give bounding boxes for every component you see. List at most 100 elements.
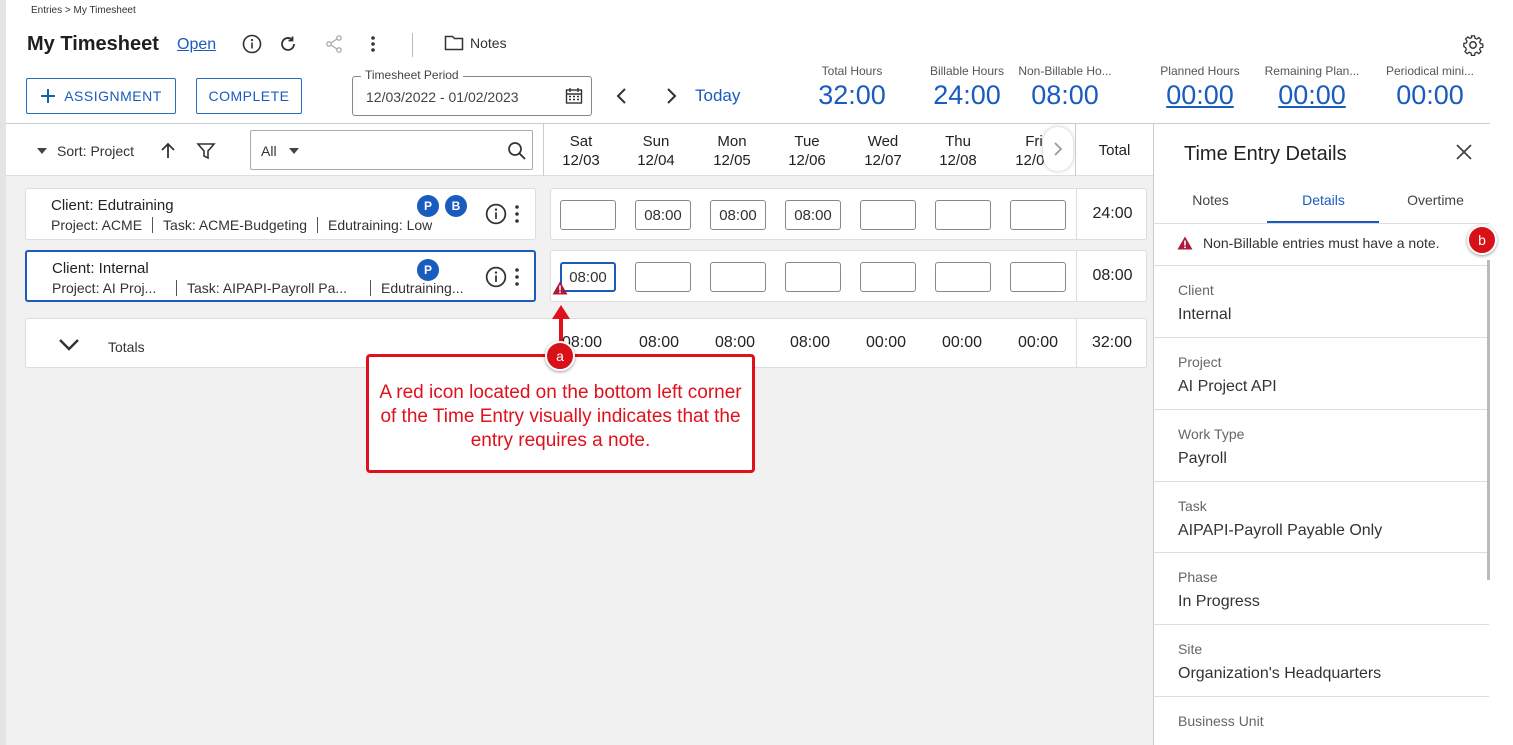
notes-icon <box>444 35 464 51</box>
stat-total-hours: Total Hours 32:00 <box>797 64 907 111</box>
chevron-right-icon <box>1054 142 1063 156</box>
hours-input[interactable] <box>860 200 916 230</box>
field-work-type: Work Type Payroll <box>1154 409 1489 481</box>
close-icon[interactable] <box>1455 143 1473 166</box>
hours-input[interactable]: 08:00 <box>635 200 691 230</box>
totals-label: Totals <box>108 339 145 355</box>
row-extra: Edutraining: Low <box>317 217 442 233</box>
hours-input[interactable]: 08:00 <box>710 200 766 230</box>
period-value: 12/03/2022 - 01/02/2023 <box>366 89 519 105</box>
tab-details[interactable]: Details <box>1267 192 1380 208</box>
field-label: Business Unit <box>1178 713 1264 729</box>
sort-ascending-arrow-icon[interactable] <box>158 141 178 161</box>
field-value: Internal <box>1178 306 1232 323</box>
day-date: 12/06 <box>788 152 826 169</box>
note-required-warning-icon[interactable] <box>552 281 568 300</box>
sort-control[interactable]: Sort: Project <box>37 141 216 161</box>
more-vert-icon[interactable] <box>362 33 384 55</box>
stat-value[interactable]: 00:00 <box>1145 80 1255 111</box>
day-header: Thu 12/08 <box>928 132 988 170</box>
hours-input[interactable] <box>935 262 991 292</box>
hours-input[interactable] <box>785 262 841 292</box>
time-entry-row-selected[interactable]: Client: Internal Project: AI Proj... Tas… <box>25 250 536 302</box>
prev-period-chevron-icon[interactable] <box>614 86 630 111</box>
day-name: Wed <box>867 133 899 150</box>
tab-notes[interactable]: Notes <box>1154 192 1267 208</box>
filter-icon[interactable] <box>196 141 216 161</box>
panel-scrollbar[interactable] <box>1487 260 1490 580</box>
more-vert-icon[interactable] <box>510 203 524 230</box>
status-link[interactable]: Open <box>177 36 216 54</box>
annotation-arrow-head <box>552 305 570 319</box>
filter-select[interactable]: All <box>250 130 533 170</box>
header-divider <box>412 33 413 57</box>
hours-input[interactable] <box>860 262 916 292</box>
sort-label: Sort: Project <box>57 143 135 159</box>
hours-input[interactable] <box>1010 262 1066 292</box>
share-icon[interactable] <box>323 33 345 55</box>
day-date: 12/04 <box>637 152 675 169</box>
row-meta: Project: ACME Task: ACME-Budgeting Edutr… <box>51 217 442 233</box>
notes-button[interactable]: Notes <box>444 34 507 52</box>
calendar-icon[interactable] <box>565 87 583 110</box>
time-entry-cells: 08:00 08:00 <box>550 250 1147 302</box>
stat-planned-hours[interactable]: Planned Hours 00:00 <box>1145 64 1255 111</box>
hours-input[interactable] <box>635 262 691 292</box>
hours-input[interactable]: 08:00 <box>785 200 841 230</box>
billable-badge: B <box>445 195 467 217</box>
hours-input[interactable] <box>560 200 616 230</box>
add-assignment-button[interactable]: ASSIGNMENT <box>26 78 176 114</box>
hours-input[interactable] <box>935 200 991 230</box>
chevron-down-icon[interactable] <box>58 337 80 358</box>
active-tab-indicator <box>1267 221 1379 223</box>
day-name: Sat <box>569 133 593 150</box>
field-value: AIPAPI-Payroll Payable Only <box>1178 522 1383 539</box>
stat-label: Periodical mini... <box>1385 64 1475 78</box>
field-label: Site <box>1178 641 1203 657</box>
stat-remaining-planned[interactable]: Remaining Plan... 00:00 <box>1257 64 1367 111</box>
warning-text: Non-Billable entries must have a note. <box>1203 235 1440 251</box>
day-total: 00:00 <box>941 334 983 351</box>
day-total: 08:00 <box>714 334 756 351</box>
info-icon[interactable] <box>485 266 507 293</box>
panel-warning: Non-Billable entries must have a note. <box>1177 235 1440 251</box>
info-icon[interactable] <box>241 33 263 55</box>
hours-input-focused[interactable]: 08:00 <box>560 262 616 292</box>
hours-input[interactable] <box>710 262 766 292</box>
day-name: Mon <box>717 133 747 150</box>
time-entry-row[interactable]: Client: Edutraining Project: ACME Task: … <box>25 188 536 240</box>
project-badge: P <box>417 259 439 281</box>
search-icon[interactable] <box>507 141 527 161</box>
stat-value: 00:00 <box>1396 80 1464 110</box>
hours-input[interactable] <box>1010 200 1066 230</box>
field-value: In Progress <box>1178 593 1260 610</box>
next-period-chevron-icon[interactable] <box>663 86 679 111</box>
more-vert-icon[interactable] <box>510 266 524 293</box>
tab-overtime[interactable]: Overtime <box>1379 192 1492 208</box>
info-icon[interactable] <box>485 203 507 230</box>
refresh-icon[interactable] <box>277 33 299 55</box>
stat-label: Billable Hours <box>929 64 1005 78</box>
day-header: Sat 12/03 <box>551 132 611 170</box>
annotation-callout: A red icon located on the bottom left co… <box>366 354 755 473</box>
day-header: Sun 12/04 <box>626 132 686 170</box>
day-total: 00:00 <box>865 334 907 351</box>
stat-value: 24:00 <box>933 80 1001 110</box>
panel-title: Time Entry Details <box>1184 143 1347 165</box>
scroll-days-right-button[interactable] <box>1043 127 1073 171</box>
row-total: 24:00 <box>1076 189 1148 239</box>
today-link[interactable]: Today <box>695 86 740 106</box>
row-client: Client: Edutraining <box>51 197 174 214</box>
day-name: Sun <box>642 133 670 150</box>
complete-button[interactable]: COMPLETE <box>196 78 302 114</box>
stat-label: Total Hours <box>821 64 883 78</box>
tabs-divider <box>1154 223 1489 224</box>
breadcrumb[interactable]: Entries > My Timesheet <box>31 5 136 16</box>
stat-periodical-minimum: Periodical mini... 00:00 <box>1375 64 1485 111</box>
field-value: Payroll <box>1178 450 1227 467</box>
total-column-header: Total <box>1075 124 1153 176</box>
stat-value[interactable]: 00:00 <box>1257 80 1367 111</box>
annotation-marker-a: a <box>545 341 575 371</box>
notes-label: Notes <box>470 35 507 51</box>
settings-gear-icon[interactable] <box>1462 34 1484 61</box>
